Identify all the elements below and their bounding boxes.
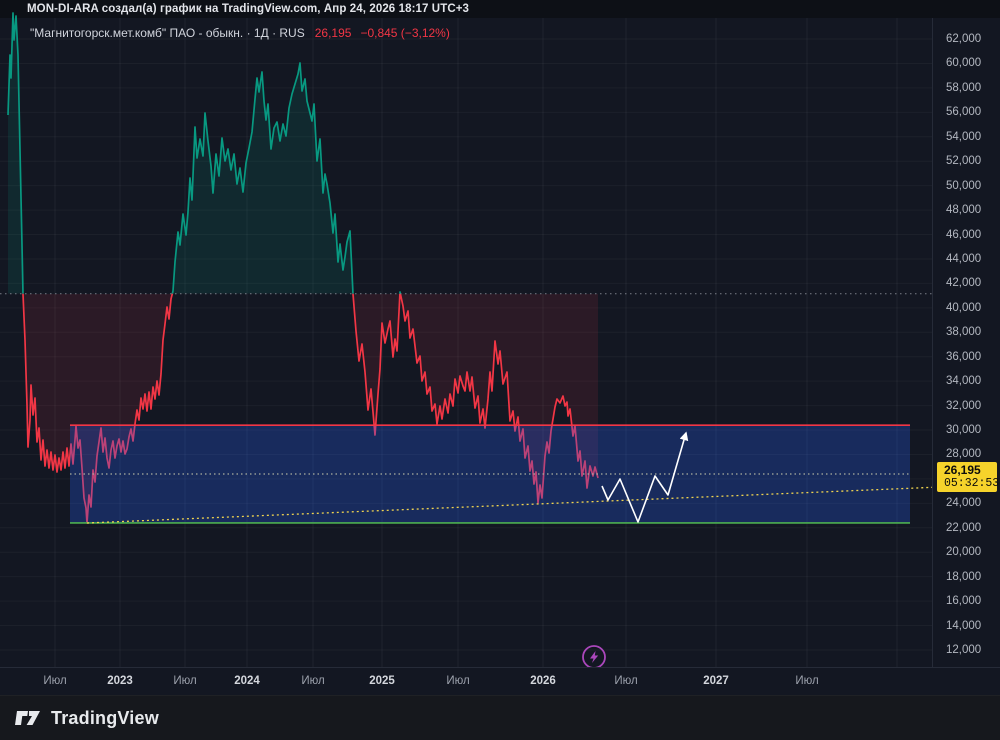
price-axis-label: 20,000 — [946, 546, 982, 559]
symbol-title[interactable]: "Магнитогорск.мет.комб" ПАО - обыкн. · 1… — [30, 26, 305, 40]
symbol-legend[interactable]: "Магнитогорск.мет.комб" ПАО - обыкн. · 1… — [30, 26, 450, 40]
price-axis-label: 48,000 — [946, 204, 982, 217]
price-axis-label: 46,000 — [946, 228, 982, 241]
price-axis-label: 12,000 — [946, 644, 982, 656]
price-axis-label: 14,000 — [946, 619, 982, 632]
price-axis-label: 22,000 — [946, 521, 982, 534]
time-axis-label: 2023 — [107, 675, 133, 687]
lightning-icon[interactable] — [582, 645, 606, 669]
last-price-value: 26,195 — [944, 462, 981, 477]
time-axis-label: Июл — [446, 675, 470, 687]
price-axis-label: 32,000 — [946, 399, 982, 412]
price-axis-label: 56,000 — [946, 106, 982, 119]
price-axis-label: 18,000 — [946, 570, 982, 583]
price-axis-label: 60,000 — [946, 57, 982, 70]
price-axis-label: 40,000 — [946, 301, 982, 314]
price-axis-label: 24,000 — [946, 497, 982, 510]
price-axis[interactable]: 26,195 05:32:53 62,000 60,000 58,000 56,000… — [932, 18, 1000, 668]
price-axis-label: 38,000 — [946, 326, 982, 339]
time-axis-label: Июл — [301, 675, 325, 687]
last-price-label: 26,195 05:32:53 — [937, 461, 1000, 492]
time-axis-label: 2026 — [530, 675, 556, 687]
price-axis-label: 34,000 — [946, 375, 982, 388]
price-axis-label: 36,000 — [946, 350, 982, 363]
price-axis-label: 50,000 — [946, 179, 982, 192]
price-axis-label: 42,000 — [946, 277, 982, 290]
price-axis-label: 54,000 — [946, 130, 982, 143]
time-axis-label: 2024 — [234, 675, 260, 687]
time-axis-label: 2025 — [369, 675, 395, 687]
rectangle-zone-drawing[interactable] — [70, 424, 910, 524]
time-axis-label: Июл — [614, 675, 638, 687]
price-axis-label: 28,000 — [946, 448, 982, 461]
price-axis-label: 44,000 — [946, 252, 982, 265]
chart-pane[interactable] — [0, 0, 1000, 740]
price-axis-label: 30,000 — [946, 424, 982, 437]
price-axis-label: 16,000 — [946, 595, 982, 608]
time-axis[interactable]: Июл 2023 Июл 2024 Июл 2025 Июл 2026 Июл 2027 Июл — [0, 667, 1000, 695]
price-axis-label: 62,000 — [946, 33, 982, 45]
price-axis-label: 58,000 — [946, 81, 982, 94]
time-axis-label: Июл — [795, 675, 819, 687]
time-axis-label: Июл — [173, 675, 197, 687]
legend-change: −0,845 (−3,12%) — [360, 26, 450, 40]
legend-last-price: 26,195 — [314, 26, 352, 40]
time-axis-label: 2027 — [703, 675, 729, 687]
bar-countdown: 05:32:53 — [944, 476, 1000, 490]
time-axis-label: Июл — [43, 675, 67, 687]
tradingview-chart-window: MON-DI-ARA создал(а) график на TradingVi… — [0, 0, 1000, 740]
price-axis-label: 52,000 — [946, 155, 982, 168]
